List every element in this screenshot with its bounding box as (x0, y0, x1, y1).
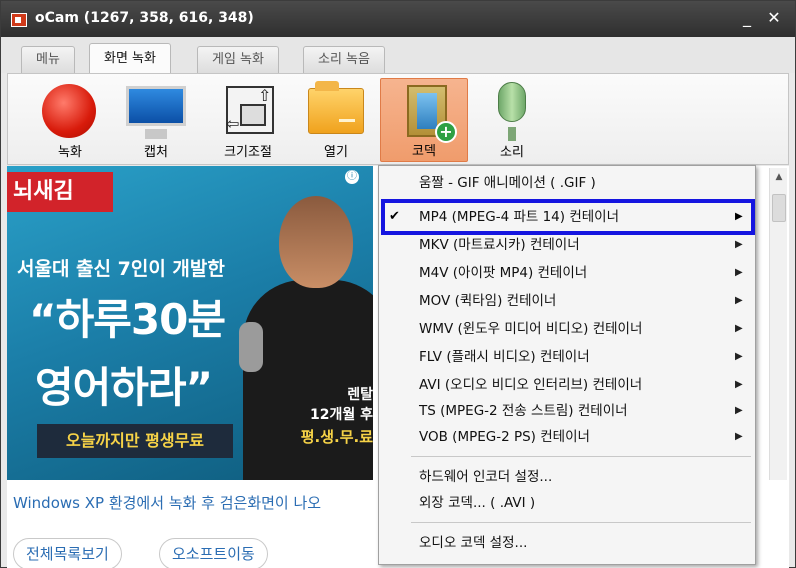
menu-item-label: 외장 코덱... ( .AVI ) (419, 495, 536, 511)
tab-bar: 메뉴 화면 녹화 게임 녹화 소리 녹음 (1, 37, 795, 74)
menu-item-label: WMV (윈도우 미디어 비디오) 컨테이너 (419, 321, 643, 337)
codec-label: 코덱 (412, 144, 436, 159)
sound-button[interactable]: 소리 (468, 78, 556, 162)
menu-item-label: 하드웨어 인코더 설정... (419, 469, 553, 485)
menu-item-external-codec[interactable]: 외장 코덱... ( .AVI ) (379, 490, 755, 516)
menu-item-label: M4V (아이팟 MP4) 컨테이너 (419, 265, 588, 281)
osoft-button[interactable]: 오소프트이동 (159, 538, 268, 568)
menu-item-mp4[interactable]: ✔ MP4 (MPEG-4 파트 14) 컨테이너 ▶ (381, 199, 755, 235)
title-bar[interactable]: oCam (1267, 358, 616, 348) _ ✕ (1, 1, 795, 37)
app-icon (11, 13, 27, 27)
capture-button[interactable]: 캡처 (112, 78, 200, 162)
view-all-button[interactable]: 전체목록보기 (13, 538, 122, 568)
codec-dropdown-menu: 움짤 - GIF 애니메이션 ( .GIF ) ✔ MP4 (MPEG-4 파트… (378, 165, 756, 565)
submenu-arrow-icon: ▶ (735, 323, 743, 334)
check-icon: ✔ (389, 209, 400, 224)
open-button[interactable]: 열기 (292, 78, 380, 162)
menu-item-mkv[interactable]: MKV (마트료시카) 컨테이너 ▶ (379, 232, 755, 258)
record-icon (42, 84, 96, 138)
tab-menu[interactable]: 메뉴 (21, 46, 75, 74)
microphone-icon (498, 82, 526, 141)
menu-item-mov[interactable]: MOV (퀵타임) 컨테이너 ▶ (379, 288, 755, 314)
record-button[interactable]: 녹화 (26, 78, 114, 162)
minimize-button[interactable]: _ (736, 7, 758, 29)
menu-item-label: MKV (마트료시카) 컨테이너 (419, 237, 580, 253)
banner-cta[interactable]: 오늘까지만 평생무료 (37, 424, 233, 458)
resize-label: 크기조절 (224, 145, 272, 160)
info-icon[interactable]: ⓘ (345, 170, 359, 184)
codec-button[interactable]: + 코덱 (380, 78, 468, 162)
monitor-icon (126, 86, 186, 139)
menu-item-wmv[interactable]: WMV (윈도우 미디어 비디오) 컨테이너 ▶ (379, 316, 755, 342)
banner-slogan-1: “하루30분 (29, 295, 226, 344)
window-title: oCam (1267, 358, 616, 348) (35, 10, 254, 26)
menu-item-label: MP4 (MPEG-4 파트 14) 컨테이너 (419, 209, 620, 225)
menu-item-label: MOV (퀵타임) 컨테이너 (419, 293, 557, 309)
menu-item-m4v[interactable]: M4V (아이팟 MP4) 컨테이너 ▶ (379, 260, 755, 286)
scrollbar[interactable]: ▲ (769, 168, 787, 480)
menu-item-flv[interactable]: FLV (플래시 비디오) 컨테이너 ▶ (379, 344, 755, 370)
banner-rental-3: 평.생.무.료 (300, 428, 373, 446)
record-label: 녹화 (58, 145, 82, 160)
banner-logo: 뇌새김 (7, 172, 113, 212)
close-button[interactable]: ✕ (763, 7, 785, 29)
submenu-arrow-icon: ▶ (735, 239, 743, 250)
tab-game-record[interactable]: 게임 녹화 (197, 46, 279, 74)
submenu-arrow-icon: ▶ (735, 211, 743, 222)
submenu-arrow-icon: ▶ (735, 267, 743, 278)
menu-item-hw-encoder[interactable]: 하드웨어 인코더 설정... (379, 464, 755, 490)
submenu-arrow-icon: ▶ (735, 379, 743, 390)
menu-item-ts[interactable]: TS (MPEG-2 전송 스트림) 컨테이너 ▶ (379, 398, 755, 424)
scroll-thumb[interactable] (772, 194, 786, 222)
menu-item-avi[interactable]: AVI (오디오 비디오 인터리브) 컨테이너 ▶ (379, 372, 755, 398)
scroll-up-icon[interactable]: ▲ (770, 168, 788, 186)
banner-slogan-2: 영어하라” (35, 363, 213, 412)
menu-item-label: TS (MPEG-2 전송 스트림) 컨테이너 (419, 403, 628, 419)
resize-button[interactable]: ⇧ ⇦ 크기조절 (204, 78, 292, 162)
folder-icon (308, 81, 364, 134)
menu-item-audio-codec[interactable]: 오디오 코덱 설정... (379, 530, 755, 556)
menu-item-vob[interactable]: VOB (MPEG-2 PS) 컨테이너 ▶ (379, 424, 755, 450)
banner-rental-1: 렌탈 (347, 387, 373, 403)
resize-icon: ⇧ ⇦ (226, 86, 274, 134)
toolbar: 녹화 캡처 ⇧ ⇦ 크기조절 열기 + 코덱 소리 (7, 73, 789, 165)
banner-headline: 서울대 출신 7인이 개발한 (17, 258, 225, 280)
menu-item-label: FLV (플래시 비디오) 컨테이너 (419, 349, 590, 365)
sound-label: 소리 (500, 145, 524, 160)
codec-film-icon: + (407, 85, 457, 143)
article-link[interactable]: Windows XP 환경에서 녹화 후 검은화면이 나오 (13, 492, 321, 513)
menu-item-label: AVI (오디오 비디오 인터리브) 컨테이너 (419, 377, 643, 393)
menu-separator (411, 522, 751, 523)
tab-sound-record[interactable]: 소리 녹음 (303, 46, 385, 74)
menu-item-label: 움짤 - GIF 애니메이션 ( .GIF ) (419, 175, 596, 191)
submenu-arrow-icon: ▶ (735, 351, 743, 362)
submenu-arrow-icon: ▶ (735, 431, 743, 442)
submenu-arrow-icon: ▶ (735, 295, 743, 306)
menu-item-label: VOB (MPEG-2 PS) 컨테이너 (419, 429, 590, 445)
menu-separator (411, 456, 751, 457)
menu-item-label: 오디오 코덱 설정... (419, 535, 528, 551)
ad-banner[interactable]: 뇌새김 ⓘ 서울대 출신 7인이 개발한 “하루30분 영어하라” 오늘까지만 … (7, 166, 373, 480)
ocam-window: oCam (1267, 358, 616, 348) _ ✕ 메뉴 화면 녹화 … (0, 0, 796, 568)
open-label: 열기 (324, 145, 348, 160)
banner-rental-2: 12개월 후 (310, 407, 373, 423)
capture-label: 캡처 (144, 145, 168, 160)
submenu-arrow-icon: ▶ (735, 405, 743, 416)
tab-screen-record[interactable]: 화면 녹화 (89, 43, 171, 74)
menu-item-gif[interactable]: 움짤 - GIF 애니메이션 ( .GIF ) (379, 170, 755, 196)
